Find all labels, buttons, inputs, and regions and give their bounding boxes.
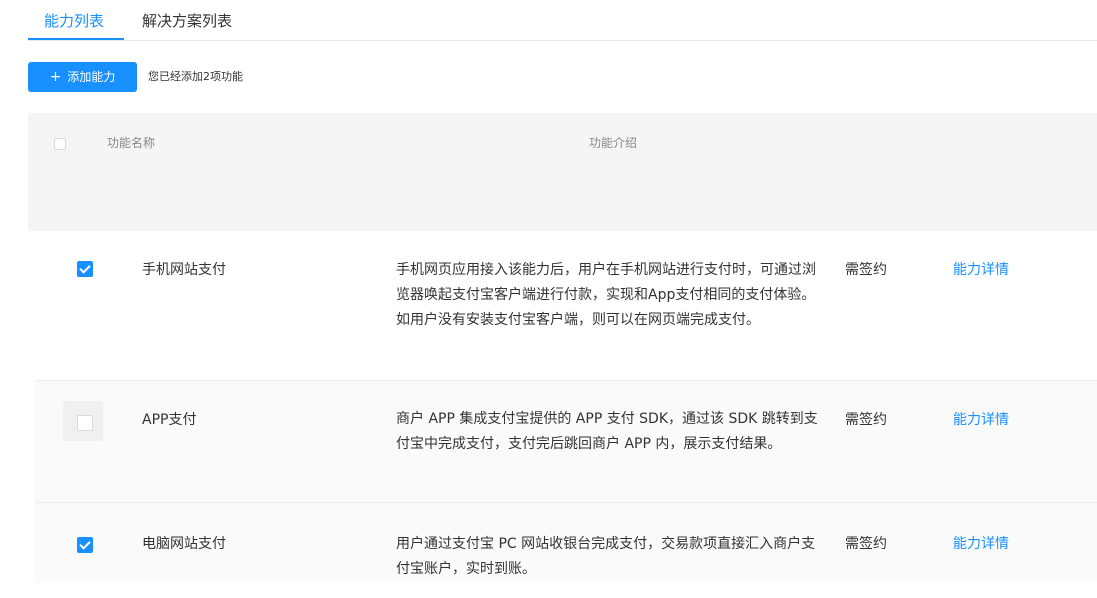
column-header-desc: 功能介绍 bbox=[589, 136, 638, 150]
table-row: APP支付 商户 APP 集成支付宝提供的 APP 支付 SDK，通过该 SDK… bbox=[35, 381, 1097, 503]
add-capability-label: 添加能力 bbox=[67, 70, 116, 84]
checkbox-unchecked[interactable] bbox=[77, 415, 93, 431]
active-tab-indicator bbox=[28, 38, 124, 40]
contract-required-label: 需签约 bbox=[845, 262, 887, 278]
checkbox-checked[interactable] bbox=[77, 261, 93, 277]
contract-required-label: 需签约 bbox=[845, 536, 887, 552]
table-header: 功能名称 功能介绍 bbox=[28, 113, 1097, 231]
capability-description: 用户通过支付宝 PC 网站收银台完成支付，交易款项直接汇入商户支付宝账户，实时到… bbox=[396, 536, 816, 577]
capability-name: 电脑网站支付 bbox=[142, 536, 226, 552]
capability-description: 商户 APP 集成支付宝提供的 APP 支付 SDK，通过该 SDK 跳转到支付… bbox=[396, 411, 818, 452]
tab-solution-list[interactable]: 解决方案列表 bbox=[142, 10, 232, 32]
table-row: 电脑网站支付 用户通过支付宝 PC 网站收银台完成支付，交易款项直接汇入商户支付… bbox=[35, 503, 1097, 583]
capability-detail-link[interactable]: 能力详情 bbox=[953, 534, 1009, 554]
plus-icon: + bbox=[49, 69, 62, 85]
capability-name: APP支付 bbox=[142, 412, 197, 428]
select-all-checkbox[interactable] bbox=[54, 138, 66, 150]
tab-capability-list[interactable]: 能力列表 bbox=[44, 10, 104, 32]
column-header-name: 功能名称 bbox=[107, 136, 156, 150]
row-checkbox-wrap[interactable] bbox=[63, 401, 103, 441]
capability-description: 手机网页应用接入该能力后，用户在手机网站进行支付时，可通过浏览器唤起支付宝客户端… bbox=[396, 262, 816, 328]
row-checkbox-wrap[interactable] bbox=[63, 247, 103, 287]
add-capability-button[interactable]: + 添加能力 bbox=[28, 62, 137, 92]
checkbox-checked[interactable] bbox=[77, 537, 93, 553]
table-row: 手机网站支付 手机网页应用接入该能力后，用户在手机网站进行支付时，可通过浏览器唤… bbox=[35, 231, 1097, 381]
tab-bar: 能力列表 解决方案列表 bbox=[28, 0, 1097, 41]
contract-required-label: 需签约 bbox=[845, 412, 887, 428]
added-count-text: 您已经添加2项功能 bbox=[148, 70, 243, 83]
capability-detail-link[interactable]: 能力详情 bbox=[953, 410, 1009, 430]
capability-detail-link[interactable]: 能力详情 bbox=[953, 260, 1009, 280]
capability-name: 手机网站支付 bbox=[142, 262, 226, 278]
row-checkbox-wrap[interactable] bbox=[63, 523, 103, 563]
